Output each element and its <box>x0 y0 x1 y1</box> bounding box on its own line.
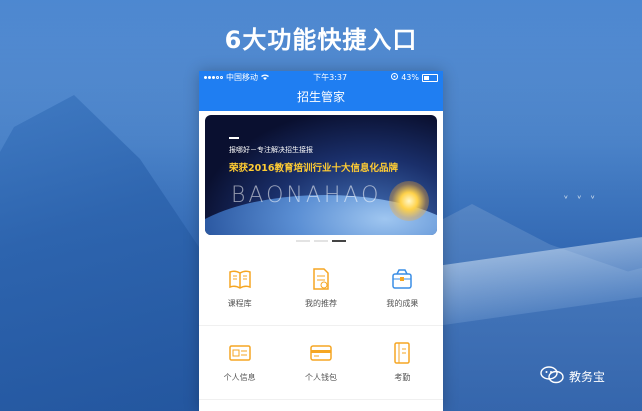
feature-my-results[interactable]: 我的成果 <box>361 252 443 326</box>
feature-label: 课程库 <box>227 299 252 308</box>
feature-attendance[interactable]: 考勤 <box>361 326 443 400</box>
banner-subtitle: 报哪好－专注解决招生接报 <box>229 146 313 154</box>
feature-personal-wallet[interactable]: 个人钱包 <box>280 326 362 400</box>
id-card-icon <box>228 342 251 364</box>
feature-label: 考勤 <box>394 373 411 382</box>
nav-title: 招生管家 <box>296 90 345 104</box>
feature-personal-info[interactable]: 个人信息 <box>199 326 281 400</box>
carousel-pager[interactable] <box>199 240 443 244</box>
wechat-watermark: 教务宝 <box>540 366 605 387</box>
signal-icon <box>204 76 223 79</box>
pager-dot[interactable] <box>296 240 310 242</box>
feature-label: 个人钱包 <box>304 373 337 382</box>
battery-percent: 43% <box>401 73 419 82</box>
feature-label: 个人信息 <box>223 373 256 382</box>
book-icon <box>228 268 251 290</box>
watermark-text: 教务宝 <box>569 370 606 384</box>
banner-dash <box>229 137 239 139</box>
feature-label: 我的成果 <box>386 299 419 308</box>
sun-glow <box>389 181 429 221</box>
battery-icon <box>422 73 438 82</box>
attendance-book-icon <box>391 342 413 364</box>
carrier-label: 中国移动 <box>226 73 258 82</box>
document-icon <box>310 268 332 290</box>
wallet-icon <box>310 342 332 364</box>
banner-title: 荣获2016教育培训行业十大信息化品牌 <box>229 163 398 174</box>
banner-brand: BAONAHAO <box>231 183 382 208</box>
phone-screen: 中国移动 下午3:37 43% 招生管家 报哪好－专注解决招生接报 荣获2016… <box>199 71 443 411</box>
feature-label: 我的推荐 <box>304 299 337 308</box>
banner-carousel[interactable]: 报哪好－专注解决招生接报 荣获2016教育培训行业十大信息化品牌 BAONAHA… <box>205 115 437 235</box>
trophy-bag-icon <box>391 268 413 290</box>
wifi-icon <box>261 73 269 82</box>
feature-my-recommendations[interactable]: 我的推荐 <box>280 252 362 326</box>
nav-bar: 招生管家 <box>199 84 443 111</box>
pager-dot[interactable] <box>314 240 328 242</box>
feature-course-library[interactable]: 课程库 <box>199 252 281 326</box>
pager-dot-active[interactable] <box>332 240 346 242</box>
feature-grid: 课程库 我的推荐 我的成果 个人信息 个人钱包 考勤 <box>199 252 443 400</box>
status-bar: 中国移动 下午3:37 43% <box>199 71 443 84</box>
location-icon <box>391 73 399 82</box>
status-time: 下午3:37 <box>313 73 348 82</box>
promo-headline: 6大功能快捷入口 <box>224 26 418 54</box>
promo-canvas: ᵛ ᵛ ᵛ 6大功能快捷入口 中国移动 下午3:37 43% 招生管家 报哪好－… <box>0 0 642 411</box>
birds-decoration: ᵛ ᵛ ᵛ <box>564 194 598 205</box>
wechat-icon <box>540 366 564 387</box>
